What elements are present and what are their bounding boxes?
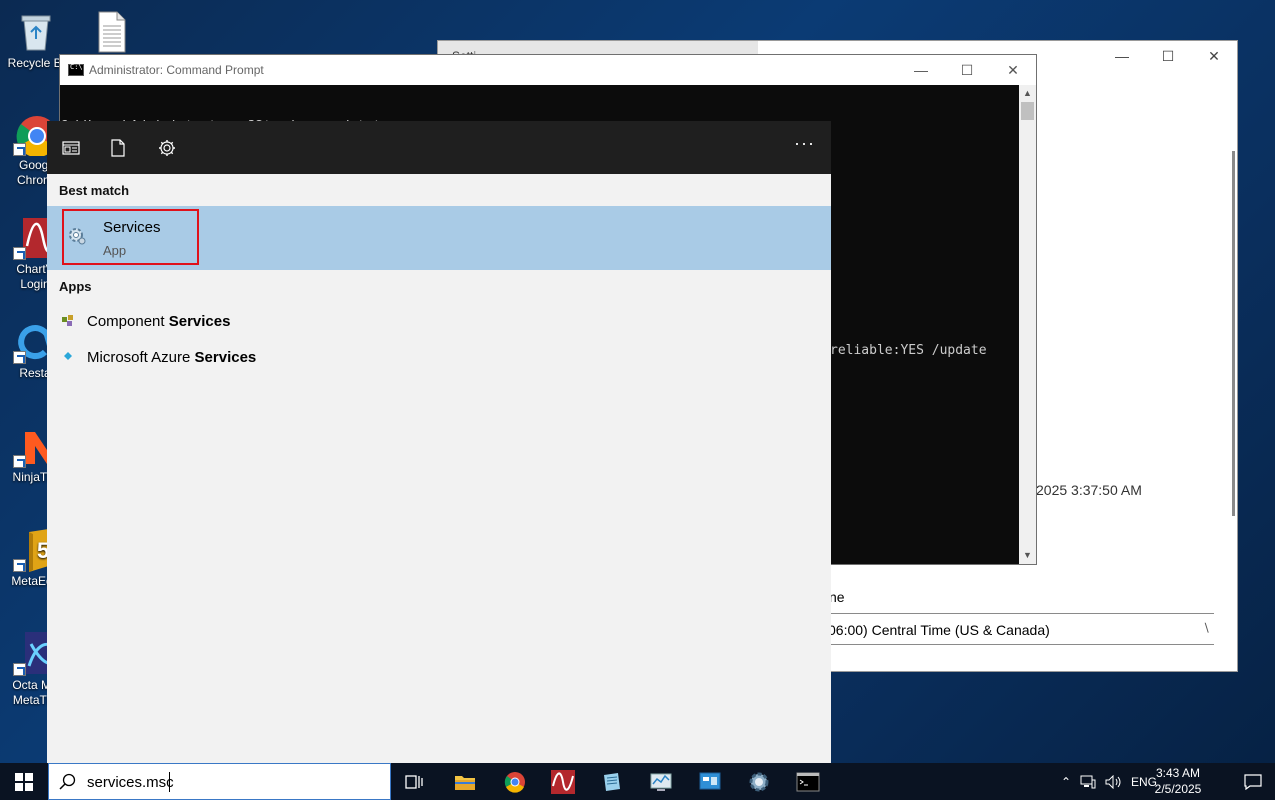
app-result-azure-services[interactable]: Microsoft Azure Services: [47, 340, 831, 376]
shortcut-arrow-icon: [13, 143, 26, 156]
shortcut-arrow-icon: [13, 351, 26, 364]
services-taskbar-button[interactable]: [735, 763, 783, 800]
desktop-icon-file[interactable]: [75, 10, 147, 56]
more-options-button[interactable]: ···: [794, 133, 815, 154]
scroll-thumb[interactable]: [1021, 102, 1034, 120]
label-match: Services: [194, 349, 257, 366]
clock-time: 3:43 AM: [1155, 766, 1201, 780]
notification-icon: [1244, 773, 1262, 790]
minimize-button[interactable]: —: [898, 55, 944, 85]
all-results-icon[interactable]: [60, 137, 82, 159]
services-gear-icon: [749, 772, 769, 791]
timezone-value: 06:00) Central Time (US & Canada): [828, 622, 1050, 638]
cmd-scrollbar[interactable]: ▲ ▼: [1019, 85, 1036, 564]
task-view-icon: [405, 774, 423, 789]
network-icon[interactable]: [1075, 775, 1101, 789]
console-line-fragment: reliable:YES /update: [830, 343, 987, 358]
scroll-down-icon[interactable]: ▼: [1019, 547, 1036, 564]
text-cursor: [169, 772, 170, 792]
action-center-button[interactable]: [1231, 763, 1275, 800]
chrome-taskbar-button[interactable]: [491, 763, 539, 800]
close-button[interactable]: ✕: [1191, 41, 1237, 71]
clock-date: 2/5/2025: [1154, 782, 1202, 796]
notepad-icon: [604, 772, 620, 791]
best-match-result-services[interactable]: Services App: [47, 206, 831, 270]
cmd-icon: [68, 63, 84, 76]
cmd-title-bar[interactable]: Administrator: Command Prompt — ☐ ✕: [60, 55, 1036, 85]
performance-monitor-taskbar-button[interactable]: [637, 763, 685, 800]
minimize-button[interactable]: —: [1099, 41, 1145, 71]
apps-header: Apps: [59, 279, 92, 294]
folder-icon: [455, 775, 475, 790]
settings-current-date-time: 2025 3:37:50 AM: [1036, 482, 1142, 498]
shortcut-arrow-icon: [13, 559, 26, 572]
chartvps-icon: [551, 769, 575, 794]
timezone-label: ne: [829, 589, 845, 605]
app-result-label: Microsoft Azure Services: [87, 349, 256, 366]
system-tray: ⌃ ENG: [1057, 763, 1157, 800]
taskbar-search-box[interactable]: services.msc: [48, 763, 391, 800]
best-match-title: Services: [103, 219, 161, 236]
control-panel-icon: [699, 772, 721, 789]
recycle-bin-icon: [14, 10, 58, 54]
component-services-icon: [61, 313, 75, 327]
azure-services-icon: [61, 349, 75, 363]
app-result-label: Component Services: [87, 313, 230, 330]
search-input[interactable]: services.msc: [87, 774, 174, 791]
performance-monitor-icon: [650, 773, 672, 791]
label-match: Services: [168, 313, 231, 330]
app-taskbar-button[interactable]: [588, 763, 636, 800]
documents-filter-icon[interactable]: [107, 137, 129, 159]
document-icon: [89, 10, 133, 54]
start-button[interactable]: [0, 763, 47, 800]
settings-filter-icon[interactable]: [156, 137, 178, 159]
label-prefix: Microsoft Azure: [87, 349, 195, 366]
command-prompt-taskbar-button[interactable]: [784, 763, 832, 800]
search-filter-toolbar: ···: [47, 121, 831, 174]
cmd-title: Administrator: Command Prompt: [89, 63, 264, 77]
timezone-dropdown[interactable]: 06:00) Central Time (US & Canada) ∖: [818, 617, 1214, 645]
volume-icon[interactable]: [1101, 774, 1127, 789]
close-button[interactable]: ✕: [990, 55, 1036, 85]
chartvps-taskbar-button[interactable]: [539, 763, 587, 800]
file-explorer-taskbar-button[interactable]: [441, 763, 489, 800]
maximize-button[interactable]: ☐: [944, 55, 990, 85]
label-prefix: Component: [87, 313, 169, 330]
start-search-panel: ··· Best match Services App Apps Compone…: [47, 121, 831, 763]
app-result-component-services[interactable]: Component Services: [47, 304, 831, 340]
divider: [818, 613, 1214, 614]
shortcut-arrow-icon: [13, 247, 26, 260]
show-hidden-icons-icon[interactable]: ⌃: [1057, 775, 1075, 789]
search-icon: [59, 773, 77, 791]
task-view-button[interactable]: [391, 763, 439, 800]
windows-logo-icon: [14, 772, 33, 791]
taskbar: services.msc ⌃ ENG 3:43 AM 2/5/2025: [0, 763, 1275, 800]
settings-window-controls: — ☐ ✕: [1099, 41, 1237, 71]
settings-scrollbar[interactable]: [1232, 151, 1235, 516]
maximize-button[interactable]: ☐: [1145, 41, 1191, 71]
best-match-header: Best match: [59, 183, 130, 198]
cmd-window-controls: — ☐ ✕: [898, 55, 1036, 85]
scroll-up-icon[interactable]: ▲: [1019, 85, 1036, 102]
settings-title-bar[interactable]: Setti: [438, 41, 758, 63]
cmd-icon: [796, 772, 820, 791]
shortcut-arrow-icon: [13, 663, 26, 676]
chrome-icon: [504, 771, 525, 793]
control-panel-taskbar-button[interactable]: [686, 763, 734, 800]
shortcut-arrow-icon: [13, 455, 26, 468]
chevron-down-icon: ∖: [1202, 621, 1210, 635]
best-match-subtitle: App: [103, 243, 127, 258]
services-gear-icon: [65, 224, 87, 246]
taskbar-clock[interactable]: 3:43 AM 2/5/2025: [1143, 765, 1213, 797]
